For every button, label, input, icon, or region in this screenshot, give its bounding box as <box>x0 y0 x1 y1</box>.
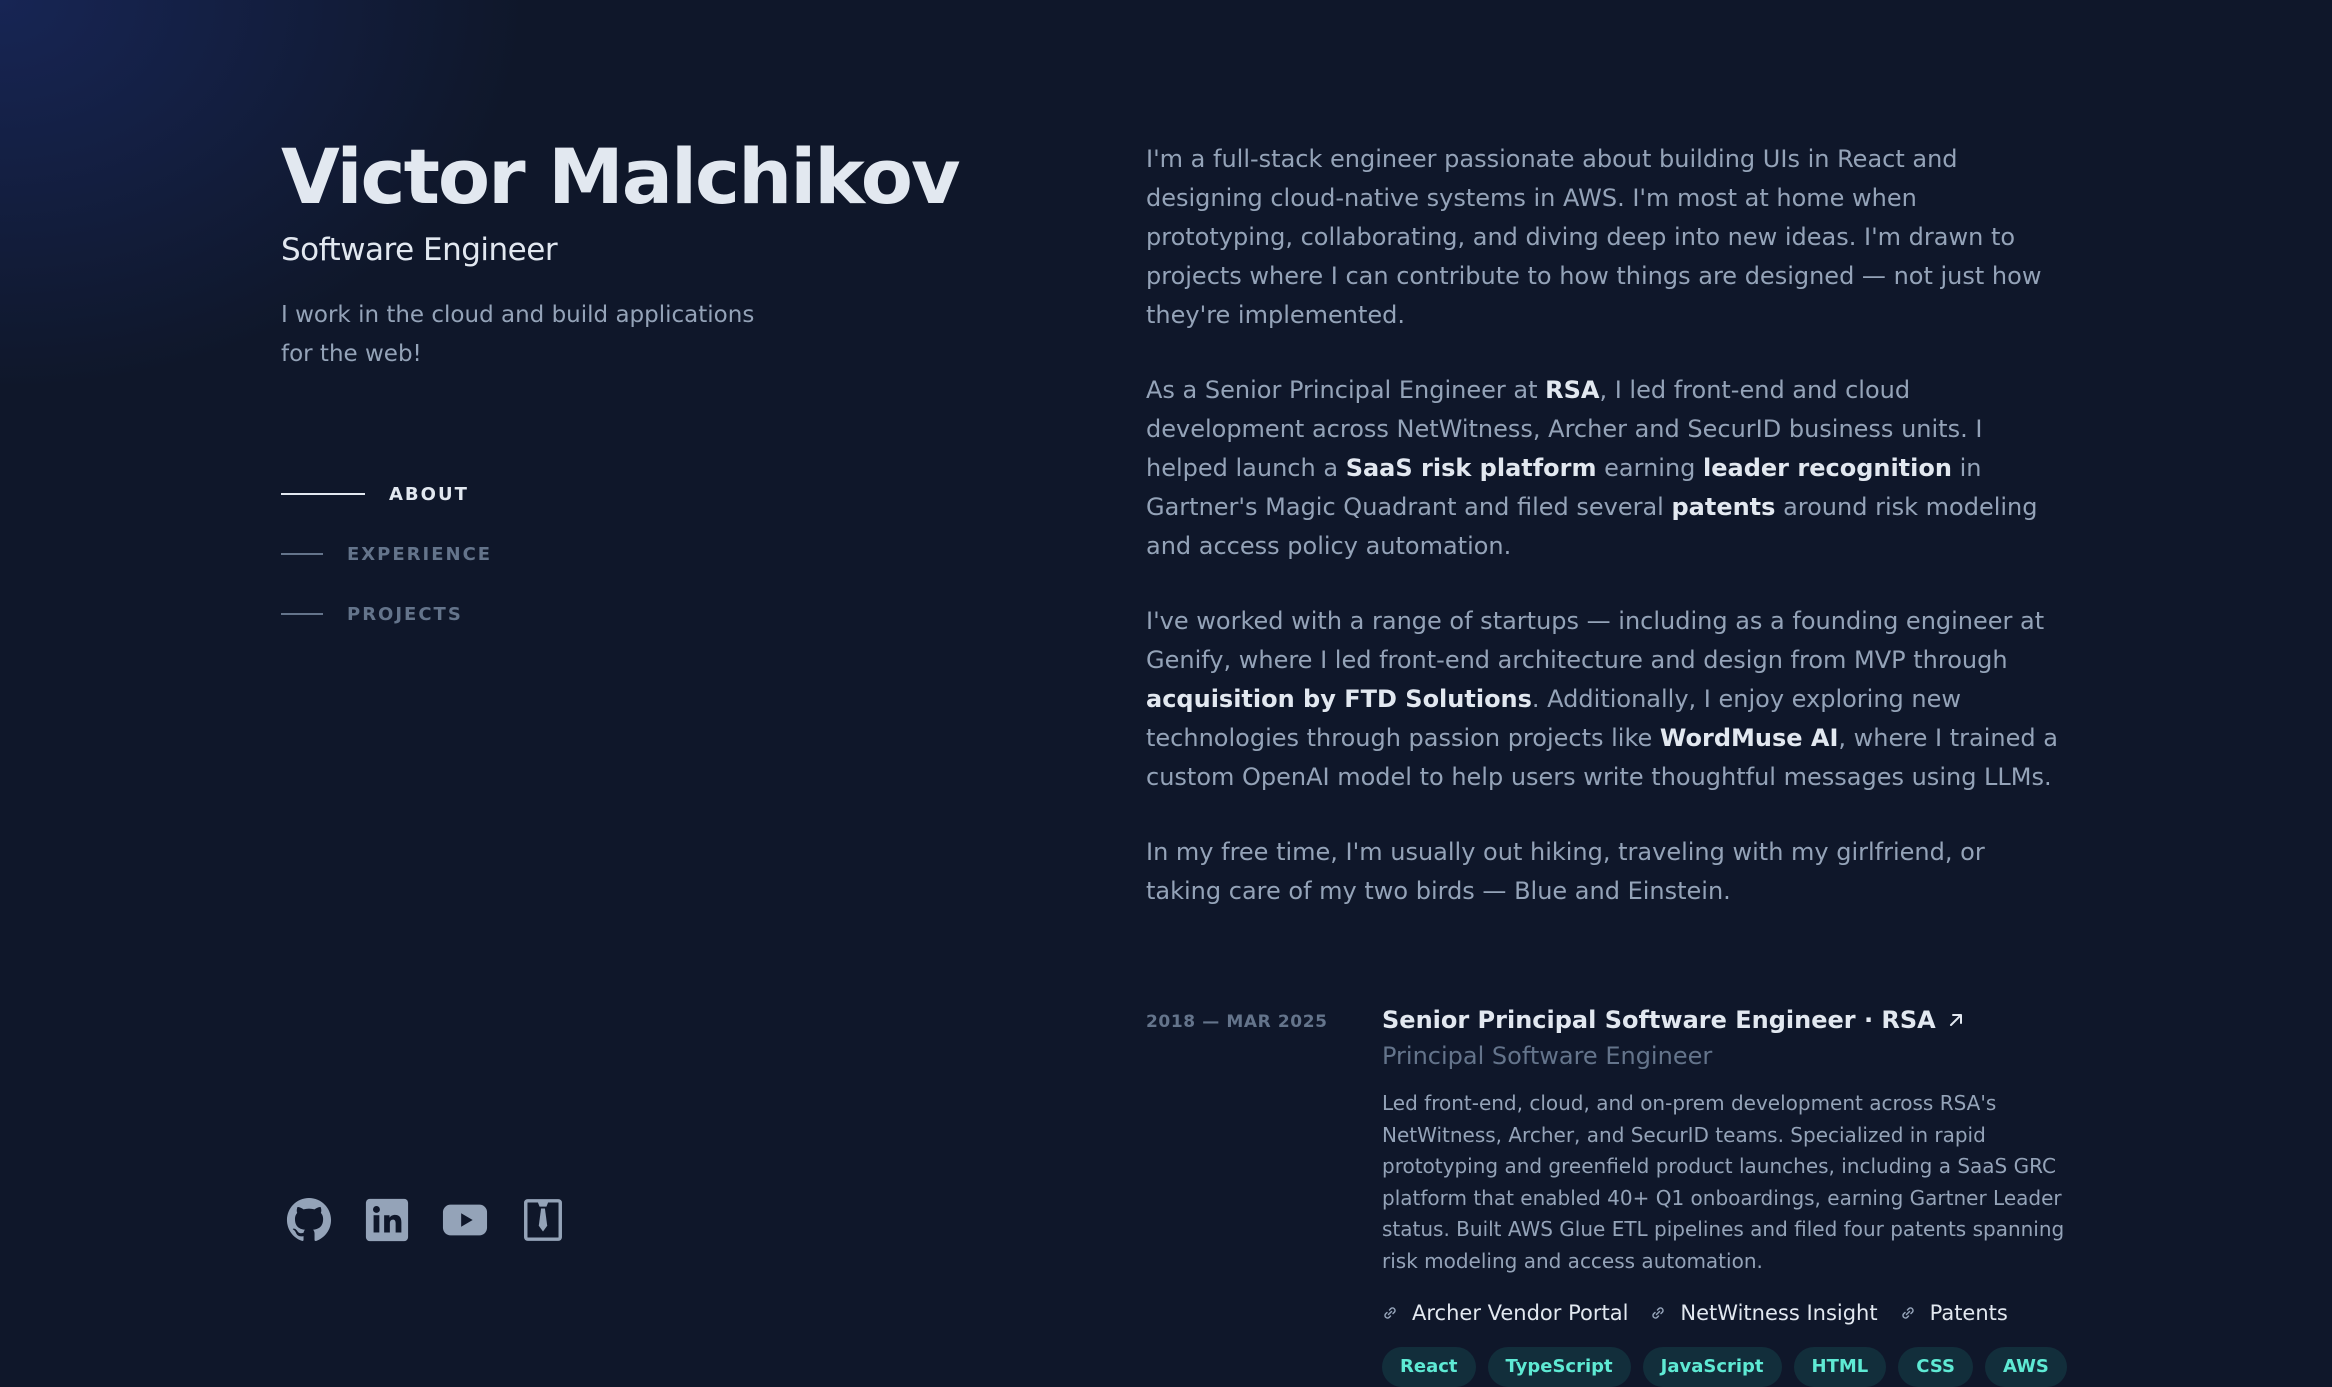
experience-body: Senior Principal Software Engineer · RSA… <box>1382 1004 2067 1387</box>
resume-icon[interactable] <box>519 1196 567 1244</box>
link-patents[interactable]: Patents <box>1900 1301 2008 1325</box>
nav-item-projects[interactable]: PROJECTS <box>281 584 492 644</box>
link-archer-vendor-portal[interactable]: Archer Vendor Portal <box>1382 1301 1628 1325</box>
tag: TypeScript <box>1487 1347 1631 1387</box>
experience-title-link[interactable]: Senior Principal Software Engineer · RSA <box>1382 1004 2066 1036</box>
nav-indicator <box>281 553 323 555</box>
experience-title: Senior Principal Software Engineer · RSA <box>1382 1006 1936 1034</box>
link-label: NetWitness Insight <box>1680 1301 1878 1325</box>
tagline: I work in the cloud and build applicatio… <box>281 302 755 367</box>
about-paragraph: I'm a full-stack engineer passionate abo… <box>1146 145 2042 329</box>
tag: AWS <box>1984 1347 2067 1387</box>
linkedin-icon[interactable] <box>363 1196 411 1244</box>
link-icon <box>1384 1307 1396 1319</box>
tag: React <box>1382 1347 1476 1387</box>
experience-links: Archer Vendor Portal NetWitness Insight … <box>1382 1301 2066 1325</box>
tag: HTML <box>1793 1347 1887 1387</box>
job-role: Software Engineer <box>281 232 558 268</box>
nav-item-experience[interactable]: EXPERIENCE <box>281 524 492 584</box>
highlight-saas-risk-platform[interactable]: SaaS risk platform <box>1346 454 1597 482</box>
experience-subtitle: Principal Software Engineer <box>1382 1042 1713 1070</box>
about-paragraph: I've worked with a range of startups — i… <box>1146 602 2066 797</box>
nav-indicator <box>281 613 323 615</box>
about-paragraph: As a Senior Principal Engineer at RSA, I… <box>1146 371 2066 566</box>
header-column: Victor Malchikov Software Engineer I wor… <box>281 0 1001 1387</box>
tag: CSS <box>1898 1347 1973 1387</box>
page-title: Victor Malchikov <box>281 132 960 221</box>
tag: JavaScript <box>1642 1347 1782 1387</box>
link-icon <box>1652 1307 1665 1319</box>
highlight-acquisition[interactable]: acquisition by FTD Solutions <box>1146 685 1532 713</box>
text: I've worked with a range of startups — i… <box>1146 607 2045 674</box>
content-column: I'm a full-stack engineer passionate abo… <box>1146 0 2067 1387</box>
social-links <box>285 1196 567 1244</box>
about-section: I'm a full-stack engineer passionate abo… <box>1146 140 2066 947</box>
about-paragraph: In my free time, I'm usually out hiking,… <box>1146 838 1985 905</box>
github-icon[interactable] <box>285 1196 333 1244</box>
youtube-icon[interactable] <box>441 1196 489 1244</box>
highlight-rsa[interactable]: RSA <box>1545 376 1599 404</box>
experience-date: 2018 — MAR 2025 <box>1146 1012 1328 1032</box>
text: As a Senior Principal Engineer at <box>1146 376 1546 404</box>
highlight-leader-recognition[interactable]: leader recognition <box>1703 454 1952 482</box>
experience-description: Led front-end, cloud, and on-prem develo… <box>1382 1091 2065 1273</box>
nav-item-about[interactable]: ABOUT <box>281 464 492 524</box>
link-netwitness-insight[interactable]: NetWitness Insight <box>1650 1301 1878 1325</box>
nav-item-label: ABOUT <box>389 483 469 505</box>
link-label: Patents <box>1929 1301 2008 1325</box>
link-icon <box>1901 1307 1914 1319</box>
nav-item-label: EXPERIENCE <box>347 543 493 565</box>
highlight-patents[interactable]: patents <box>1671 493 1775 521</box>
nav-item-label: PROJECTS <box>347 603 463 625</box>
text: earning <box>1596 454 1704 482</box>
highlight-wordmuse-ai[interactable]: WordMuse AI <box>1660 724 1839 752</box>
section-nav: ABOUT EXPERIENCE PROJECTS <box>281 464 492 644</box>
tech-tags: React TypeScript JavaScript HTML CSS AWS <box>1382 1347 2067 1387</box>
arrow-up-right-icon <box>1949 1014 1962 1026</box>
nav-indicator <box>281 493 365 495</box>
link-label: Archer Vendor Portal <box>1412 1301 1629 1325</box>
